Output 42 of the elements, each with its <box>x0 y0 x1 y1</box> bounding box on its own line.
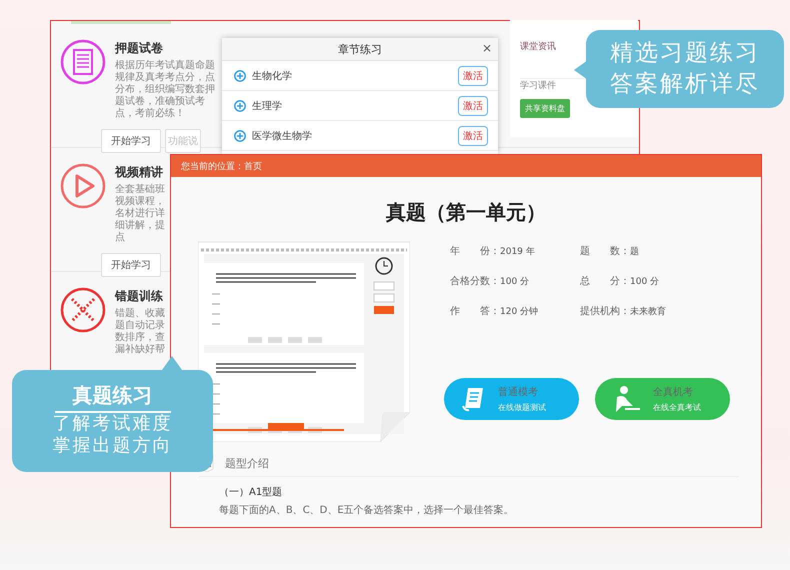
start-button[interactable]: 开始学习 <box>101 129 161 153</box>
mode-button[interactable]: 普通模考 在线做题测试 <box>444 378 579 420</box>
start-button[interactable]: 开始学习 <box>101 253 161 277</box>
callout-title: 真题练习 <box>54 382 170 413</box>
callout-text: 掌握出题方向 <box>52 435 172 457</box>
info-field: 年 份：2019 年 <box>450 244 580 258</box>
document-icon <box>462 386 486 412</box>
chapter-name[interactable]: 医学微生物学 <box>252 128 452 142</box>
play-icon <box>59 162 107 210</box>
share-button[interactable]: 共享资料盘 <box>520 99 570 118</box>
info-field: 提供机构：未来教育 <box>580 304 730 318</box>
person-at-desk-icon <box>613 385 641 413</box>
item-description: 全套基础班视频课程，名材进行详细讲解，提点 <box>115 184 166 244</box>
chapter-name[interactable]: 生物化学 <box>252 68 452 82</box>
item-description: 根据历年考试真题命题规律及真考考点分，点分布，组织编写数套押题试卷，准确预试考点，考前必练！ <box>115 60 215 120</box>
info-field: 总 分：100 分 <box>580 274 730 288</box>
breadcrumb-link[interactable]: 首页 <box>244 160 262 172</box>
item-title: 视频精讲 <box>115 164 164 181</box>
item-title: 押题试卷 <box>115 40 164 57</box>
info-field: 题 数：题 <box>580 244 730 258</box>
breadcrumb-label: 您当前的位置： <box>181 160 244 172</box>
item-title: 错题训练 <box>115 288 164 305</box>
dialog-title: 章节练习 <box>338 42 382 56</box>
plus-icon[interactable] <box>234 100 246 112</box>
section-heading: （一）A1型题 <box>219 486 284 499</box>
mode-button[interactable]: 全真机考 在线全真考试 <box>595 378 730 420</box>
callout-text: 了解考试难度 <box>52 413 172 435</box>
activate-button[interactable]: 激活 <box>458 126 488 146</box>
page-title: 真题（第一单元） <box>385 199 547 226</box>
info-field: 合格分数：100 分 <box>450 274 580 288</box>
close-button[interactable]: × <box>482 41 492 55</box>
chapter-name[interactable]: 生理学 <box>252 98 452 112</box>
activate-button[interactable]: 激活 <box>458 96 488 116</box>
plus-icon[interactable] <box>234 130 246 142</box>
section-title: 题型介绍 <box>225 456 269 470</box>
item-description: 错题、收藏题自动记录数排序，查漏补缺好帮 <box>115 308 166 356</box>
info-field: 作 答：120 分钟 <box>450 304 580 318</box>
section-text: 每题下面的A、B、C、D、E五个备选答案中，选择一个最佳答案。 <box>219 504 515 517</box>
document-icon <box>59 38 107 86</box>
plus-icon[interactable] <box>234 70 246 82</box>
activate-button[interactable]: 激活 <box>458 66 488 86</box>
cross-icon <box>59 286 107 334</box>
